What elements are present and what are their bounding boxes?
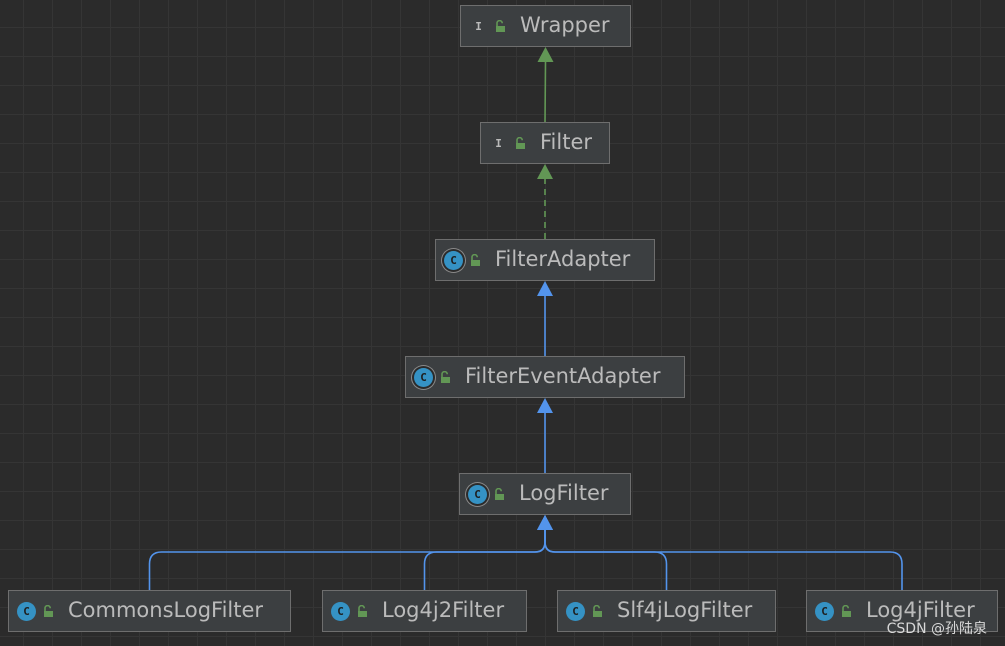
- class-icon: C: [815, 601, 834, 621]
- public-lock-icon: [592, 604, 603, 617]
- node-label: CommonsLogFilter: [68, 598, 264, 622]
- node-filter[interactable]: I Filter: [480, 122, 610, 164]
- node-log4j2filter[interactable]: C Log4j2Filter: [322, 590, 527, 632]
- class-icon: C: [566, 601, 585, 621]
- edge-log4j2filter-to-logfilter: [423, 530, 546, 590]
- node-label: FilterAdapter: [495, 247, 631, 271]
- arrowhead-filter-to-wrapper: [537, 47, 554, 62]
- public-lock-icon: [357, 604, 368, 617]
- node-label: FilterEventAdapter: [465, 364, 661, 388]
- public-lock-icon: [841, 604, 852, 617]
- public-lock-icon: [494, 487, 505, 500]
- node-label: Wrapper: [520, 13, 610, 37]
- node-logfilter[interactable]: C LogFilter: [459, 473, 631, 515]
- diagram-canvas: I Wrapper I Filter C FilterAdapter C Fil…: [0, 0, 1005, 646]
- abstract-class-icon: C: [444, 250, 463, 270]
- abstract-class-icon: C: [468, 484, 487, 504]
- abstract-class-icon: C: [414, 367, 433, 387]
- arrowhead-log4jfilter-to-logfilter: [537, 515, 553, 530]
- arrowhead-filtereventadapter-to-filteradapter: [537, 281, 553, 296]
- node-slf4jlogfilter[interactable]: C Slf4jLogFilter: [557, 590, 776, 632]
- watermark: CSDN @孙陆泉: [886, 621, 987, 637]
- interface-icon: I: [475, 19, 482, 33]
- public-lock-icon: [515, 136, 526, 149]
- node-filteradapter[interactable]: C FilterAdapter: [435, 239, 655, 281]
- node-label: LogFilter: [519, 481, 609, 505]
- node-label: Log4j2Filter: [382, 598, 505, 622]
- arrowhead-logfilter-to-filtereventadapter: [537, 398, 553, 413]
- node-label: Filter: [540, 130, 593, 154]
- node-label: Slf4jLogFilter: [617, 598, 753, 622]
- edge-commonslogfilter-to-logfilter: [148, 530, 546, 590]
- inheritance-edges: [148, 47, 903, 590]
- public-lock-icon: [43, 604, 54, 617]
- interface-icon: I: [495, 136, 502, 150]
- arrowhead-filteradapter-to-filter: [537, 164, 553, 179]
- node-filtereventadapter[interactable]: C FilterEventAdapter: [405, 356, 685, 398]
- public-lock-icon: [440, 370, 451, 383]
- edge-slf4jlogfilter-to-logfilter: [544, 530, 668, 590]
- edge-log4jfilter-to-logfilter: [544, 530, 903, 590]
- class-icon: C: [17, 601, 36, 621]
- class-icon: C: [331, 601, 350, 621]
- public-lock-icon: [495, 19, 506, 32]
- public-lock-icon: [470, 253, 481, 266]
- node-commonslogfilter[interactable]: C CommonsLogFilter: [8, 590, 291, 632]
- node-wrapper[interactable]: I Wrapper: [460, 5, 631, 47]
- edge-filter-to-wrapper: [544, 61, 547, 123]
